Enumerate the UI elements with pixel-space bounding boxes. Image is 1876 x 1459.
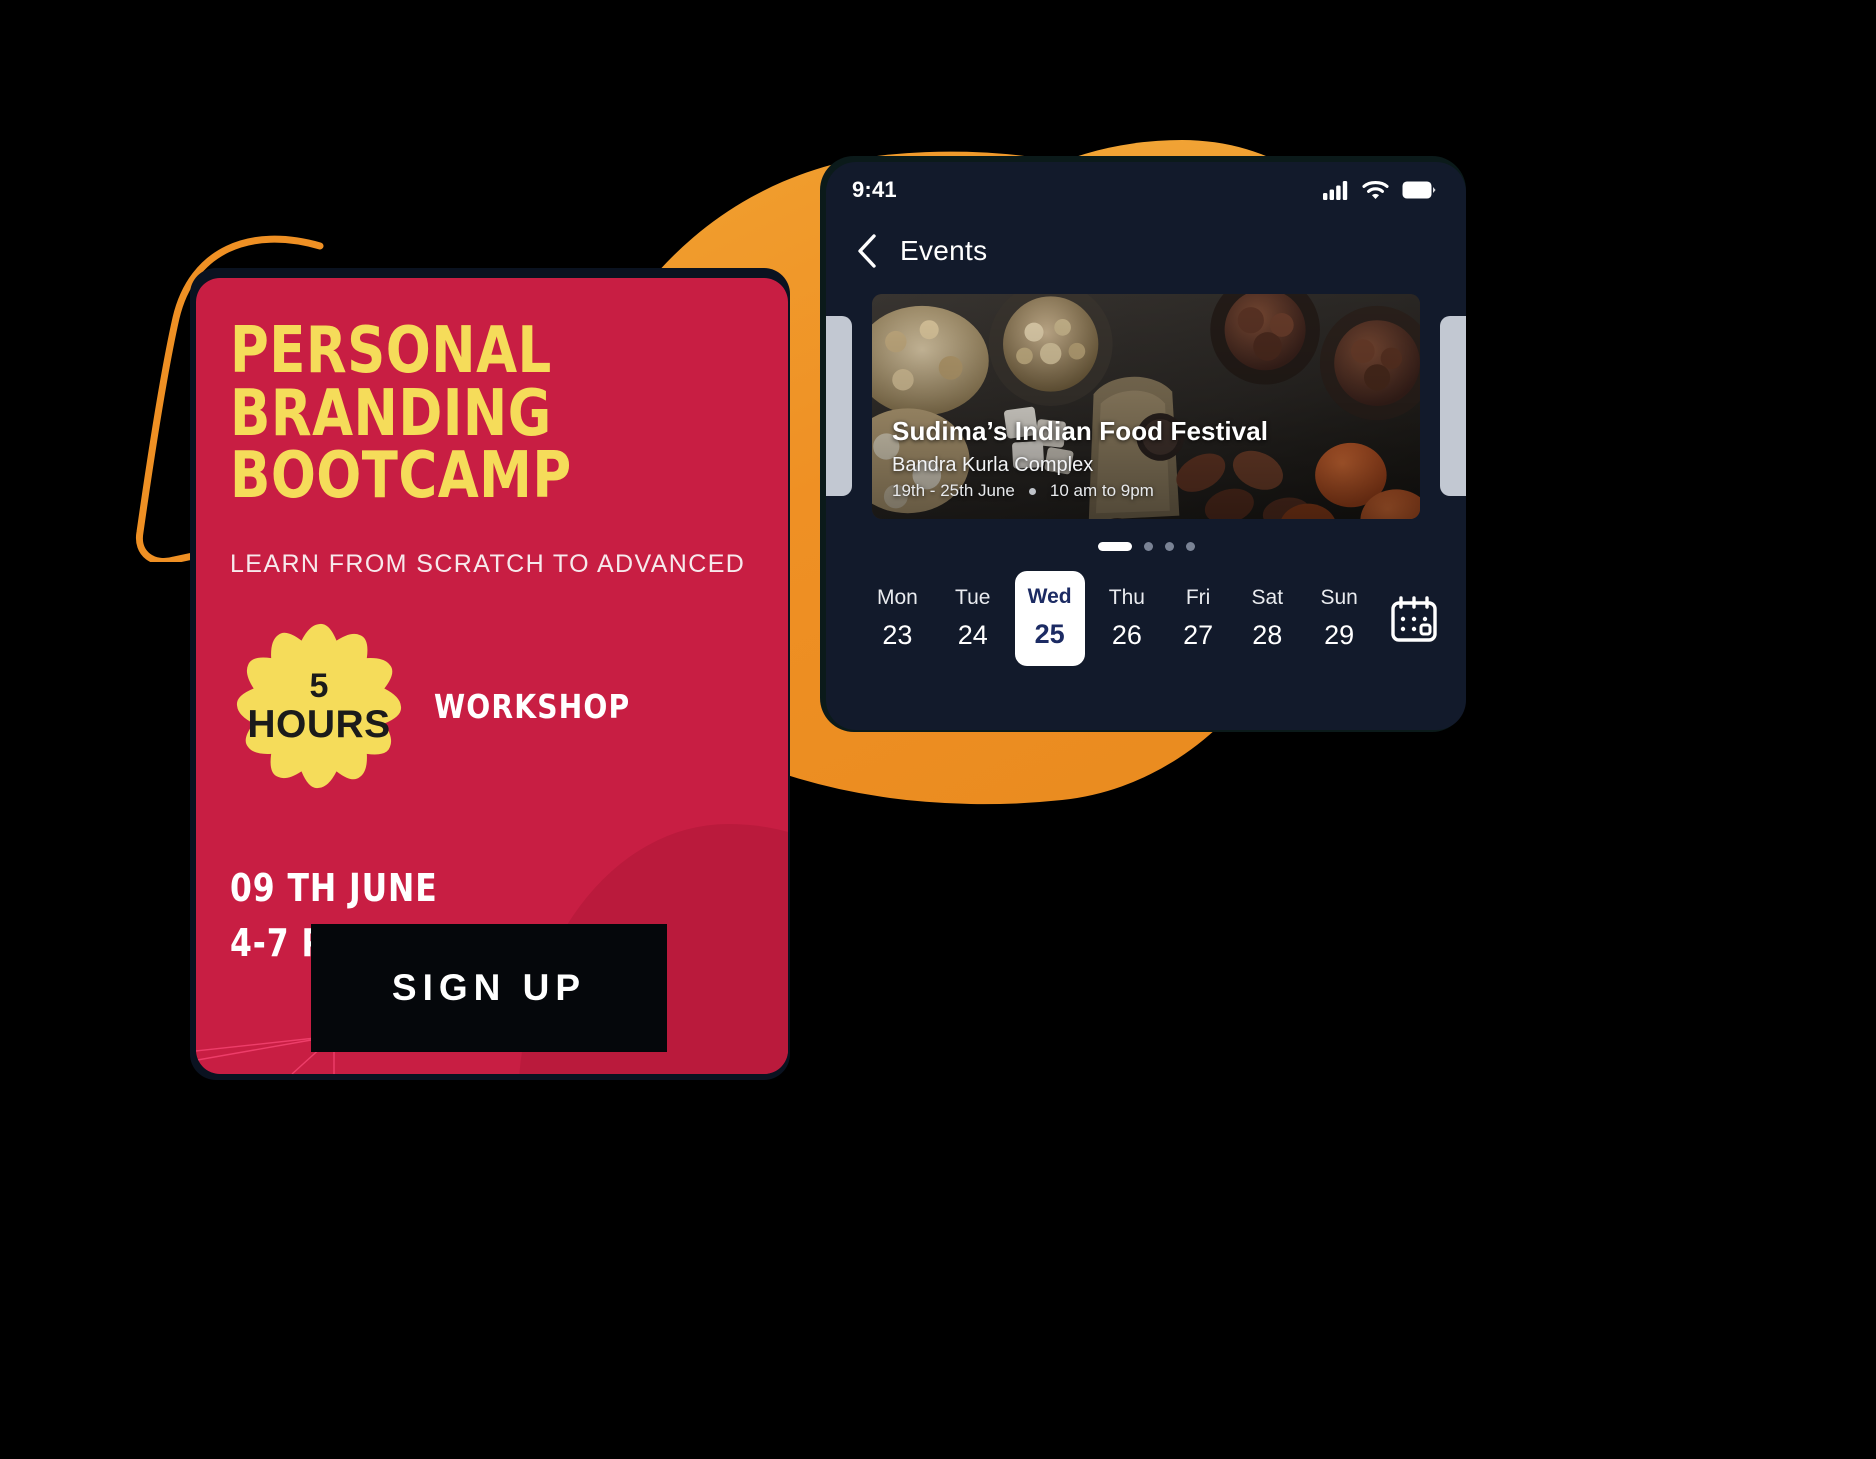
day-name: Thu [1108,586,1145,609]
meta-separator-dot [1028,487,1036,495]
event-meta: 19th - 25th June 10 am to 9pm [892,481,1404,501]
event-dates: 19th - 25th June [892,481,1015,500]
day-option-sat[interactable]: Sat 28 [1238,574,1296,663]
day-name: Mon [877,586,918,609]
day-option-thu[interactable]: Thu 26 [1096,574,1158,663]
day-name: Tue [955,586,991,609]
workshop-label: WORKSHOP [434,686,631,726]
event-card[interactable]: Sudima’s Indian Food Festival Bandra Kur… [872,294,1420,519]
event-hours: 10 am to 9pm [1049,481,1154,500]
poster-card: PERSONAL BRANDING BOOTCAMP LEARN FROM SC… [196,278,788,1074]
page-title: Events [900,235,988,266]
cellular-signal-icon [1323,180,1348,200]
carousel-dot[interactable] [1164,541,1174,551]
carousel-dot[interactable] [1143,541,1153,551]
poster-subtitle: LEARN FROM SCRATCH TO ADVANCED [230,550,746,579]
wifi-icon [1362,181,1389,199]
status-bar-icons [1323,180,1436,200]
calendar-icon[interactable] [1388,593,1440,645]
day-option-sun[interactable]: Sun 29 [1307,574,1370,663]
status-bar: 9:41 [826,162,1466,218]
day-number: 23 [882,620,913,650]
day-selector-strip: Mon 23 Tue 24 Wed 25 Thu 26 Fri 27 Sat 28 Sun 29 [826,553,1466,666]
day-option-wed[interactable]: Wed 25 [1014,571,1085,666]
day-number: 26 [1111,620,1142,650]
day-number: 24 [957,620,988,650]
carousel-pagination [826,539,1466,553]
carousel-peek-left[interactable] [826,316,852,496]
day-option-mon[interactable]: Mon 23 [864,574,931,663]
event-title: Sudima’s Indian Food Festival [892,416,1269,446]
day-number: 27 [1183,620,1214,650]
scalloped-badge-shape [236,624,402,789]
day-name: Wed [1027,585,1072,608]
carousel-peek-right[interactable] [1440,316,1466,496]
nav-bar: Events [826,218,1466,278]
day-number: 29 [1324,620,1355,650]
carousel-dot[interactable] [1185,541,1195,551]
battery-icon [1402,181,1436,199]
status-bar-time: 9:41 [852,177,897,202]
day-option-tue[interactable]: Tue 24 [942,574,1003,663]
event-card-text: Sudima’s Indian Food Festival Bandra Kur… [892,416,1404,501]
day-name: Sat [1251,586,1284,609]
sign-up-button[interactable]: SIGN UP [311,924,667,1052]
day-number: 28 [1252,620,1283,650]
back-button[interactable] [856,233,878,269]
phone-mockup: 9:41 Events Sudima’s Indian Food Festiva… [826,162,1466,730]
chevron-left-icon [858,234,876,268]
hours-badge: 5 HOURS [230,617,408,795]
poster-date: 09 TH JUNE [230,866,438,911]
day-name: Fri [1185,586,1211,609]
day-option-fri[interactable]: Fri 27 [1169,574,1227,663]
poster-badge-row: 5 HOURS WORKSHOP [230,617,754,795]
event-carousel: Sudima’s Indian Food Festival Bandra Kur… [826,294,1466,519]
day-number: 25 [1034,619,1065,649]
day-name: Sun [1320,586,1358,609]
canvas: PERSONAL BRANDING BOOTCAMP LEARN FROM SC… [0,0,1876,1459]
poster-title: PERSONAL BRANDING BOOTCAMP [230,314,572,514]
carousel-dot[interactable] [1097,541,1132,551]
event-venue: Bandra Kurla Complex [892,454,1094,476]
